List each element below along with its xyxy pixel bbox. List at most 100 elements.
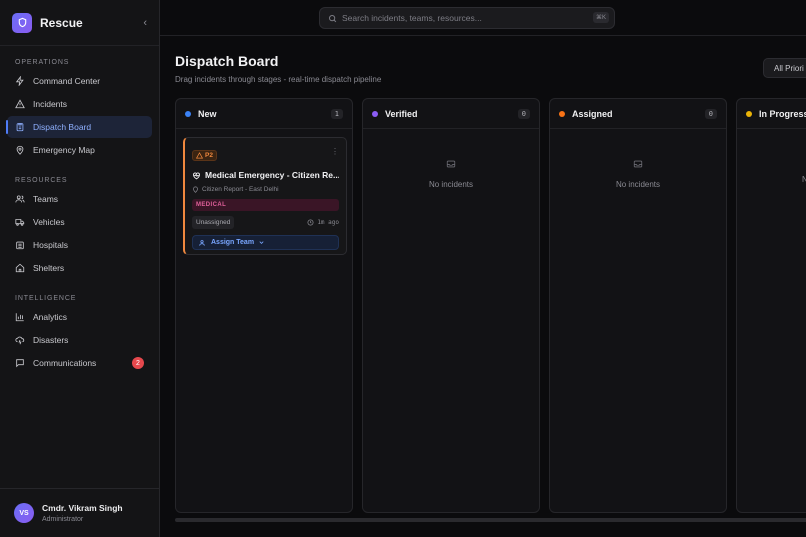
chevron-down-icon: [259, 241, 264, 244]
time-ago: 1m ago: [307, 219, 339, 226]
incident-location: Citizen Report - East Delhi: [202, 186, 279, 193]
sidebar-item-communications[interactable]: Communications 2: [7, 352, 152, 374]
top-bar: Search incidents, teams, resources... ⌘K: [160, 0, 806, 36]
column-header: In Progress: [737, 99, 806, 129]
section-label-operations: OPERATIONS: [15, 59, 70, 66]
incident-location-row: Citizen Report - East Delhi: [192, 186, 339, 193]
column-header: New 1: [176, 99, 352, 129]
users-icon: [15, 195, 25, 203]
incident-card[interactable]: P2 ⋮ Medical Emergency - Citizen Re... C…: [183, 137, 347, 255]
sidebar-item-teams[interactable]: Teams: [7, 188, 152, 210]
user-name: Cmdr. Vikram Singh: [42, 503, 123, 513]
sidebar-item-vehicles[interactable]: Vehicles: [7, 211, 152, 233]
warning-triangle-icon: [196, 152, 203, 159]
sidebar-item-dispatch-board[interactable]: Dispatch Board: [6, 116, 152, 138]
column-count: 0: [517, 108, 530, 119]
column-title: New: [198, 108, 217, 119]
main-content: Search incidents, teams, resources... ⌘K…: [160, 0, 806, 537]
sidebar-item-label: Analytics: [33, 312, 68, 322]
status-dot: [559, 110, 565, 117]
page-subtitle: Drag incidents through stages - real-tim…: [175, 75, 382, 84]
app-root: Rescue ‹ OPERATIONS Command Center Incid…: [0, 0, 806, 537]
sidebar-item-hospitals[interactable]: Hospitals: [7, 234, 152, 256]
section-label-intelligence: INTELLIGENCE: [15, 295, 77, 302]
empty-state-text: No incidents: [615, 180, 661, 189]
incident-meta: Unassigned 1m ago: [192, 216, 339, 229]
horizontal-scrollbar[interactable]: [175, 518, 806, 522]
empty-state-text: No incidents: [428, 180, 474, 189]
brand: Rescue ‹: [0, 0, 159, 46]
incident-title-row: Medical Emergency - Citizen Re...: [192, 170, 339, 180]
search-icon: [329, 15, 337, 23]
empty-state: No incidents: [363, 159, 539, 189]
status-dot: [372, 110, 378, 117]
category-tag: MEDICAL: [192, 199, 339, 211]
priority-filter-select[interactable]: All Priori: [763, 58, 806, 78]
hospital-icon: [16, 241, 24, 250]
column-title: In Progress: [759, 108, 806, 119]
kanban-board: New 1 P2 ⋮ Medical Emergency - Citizen R…: [175, 98, 806, 513]
cloud-lightning-icon: [15, 336, 25, 345]
lightning-icon: [15, 76, 24, 86]
user-role: Administrator: [42, 516, 84, 523]
empty-state: No incidents: [550, 159, 726, 189]
clipboard-icon: [16, 123, 24, 132]
sidebar-item-label: Vehicles: [33, 217, 65, 227]
column-verified[interactable]: Verified 0 No incidents: [362, 98, 540, 513]
sidebar-item-shelters[interactable]: Shelters: [7, 257, 152, 279]
inbox-icon: [633, 160, 643, 168]
sidebar-item-disasters[interactable]: Disasters: [7, 329, 152, 351]
inbox-icon: [446, 160, 456, 168]
column-new[interactable]: New 1 P2 ⋮ Medical Emergency - Citizen R…: [175, 98, 353, 513]
notification-badge: 2: [132, 357, 144, 369]
column-assigned[interactable]: Assigned 0 No incidents: [549, 98, 727, 513]
assignment-status-badge: Unassigned: [192, 216, 235, 229]
sidebar-item-incidents[interactable]: Incidents: [7, 93, 152, 115]
collapse-sidebar-icon[interactable]: ‹: [143, 17, 147, 29]
sidebar-item-label: Incidents: [33, 99, 68, 109]
search-placeholder: Search incidents, teams, resources...: [342, 13, 482, 23]
heart-pulse-icon: [193, 172, 200, 179]
search-input[interactable]: Search incidents, teams, resources... ⌘K: [319, 7, 615, 29]
bar-chart-icon: [15, 313, 24, 322]
sidebar-item-label: Communications: [33, 358, 97, 368]
empty-state-text: N: [802, 175, 806, 184]
sidebar-item-label: Shelters: [33, 263, 65, 273]
home-icon: [15, 263, 25, 273]
column-title: Assigned: [572, 108, 613, 119]
status-dot: [746, 110, 752, 117]
inbox-icon: [802, 159, 806, 169]
sidebar-item-label: Hospitals: [33, 240, 68, 250]
sidebar-item-label: Disasters: [33, 335, 69, 345]
sidebar-item-command-center[interactable]: Command Center: [7, 70, 152, 92]
app-name: Rescue: [40, 15, 83, 30]
message-icon: [16, 359, 24, 368]
sidebar-item-emergency-map[interactable]: Emergency Map: [7, 139, 152, 161]
column-header: Verified 0: [363, 99, 539, 129]
sidebar-item-label: Command Center: [33, 76, 101, 86]
map-pin-icon: [193, 186, 198, 193]
sidebar: Rescue ‹ OPERATIONS Command Center Incid…: [0, 0, 160, 537]
sidebar-item-label: Dispatch Board: [33, 122, 92, 132]
sidebar-item-label: Emergency Map: [33, 145, 95, 155]
column-count: 0: [704, 108, 717, 119]
column-count: 1: [330, 108, 343, 119]
clock-icon: [307, 219, 314, 226]
more-options-icon[interactable]: ⋮: [331, 147, 339, 156]
assign-team-label: Assign Team: [211, 239, 255, 246]
incident-title: Medical Emergency - Citizen Re...: [205, 170, 339, 180]
keyboard-shortcut: ⌘K: [592, 12, 609, 23]
assign-team-button[interactable]: Assign Team: [192, 235, 339, 250]
column-in-progress[interactable]: In Progress N: [736, 98, 806, 513]
user-profile[interactable]: VS Cmdr. Vikram Singh Administrator: [0, 488, 159, 537]
section-label-resources: RESOURCES: [15, 177, 68, 184]
avatar: VS: [14, 503, 34, 523]
sidebar-item-label: Teams: [33, 194, 59, 204]
map-pin-icon: [16, 145, 24, 155]
status-dot: [185, 110, 191, 117]
warning-triangle-icon: [15, 99, 25, 109]
truck-icon: [15, 219, 25, 226]
priority-badge: P2: [192, 150, 217, 161]
sidebar-item-analytics[interactable]: Analytics: [7, 306, 152, 328]
empty-state: N: [737, 159, 806, 184]
